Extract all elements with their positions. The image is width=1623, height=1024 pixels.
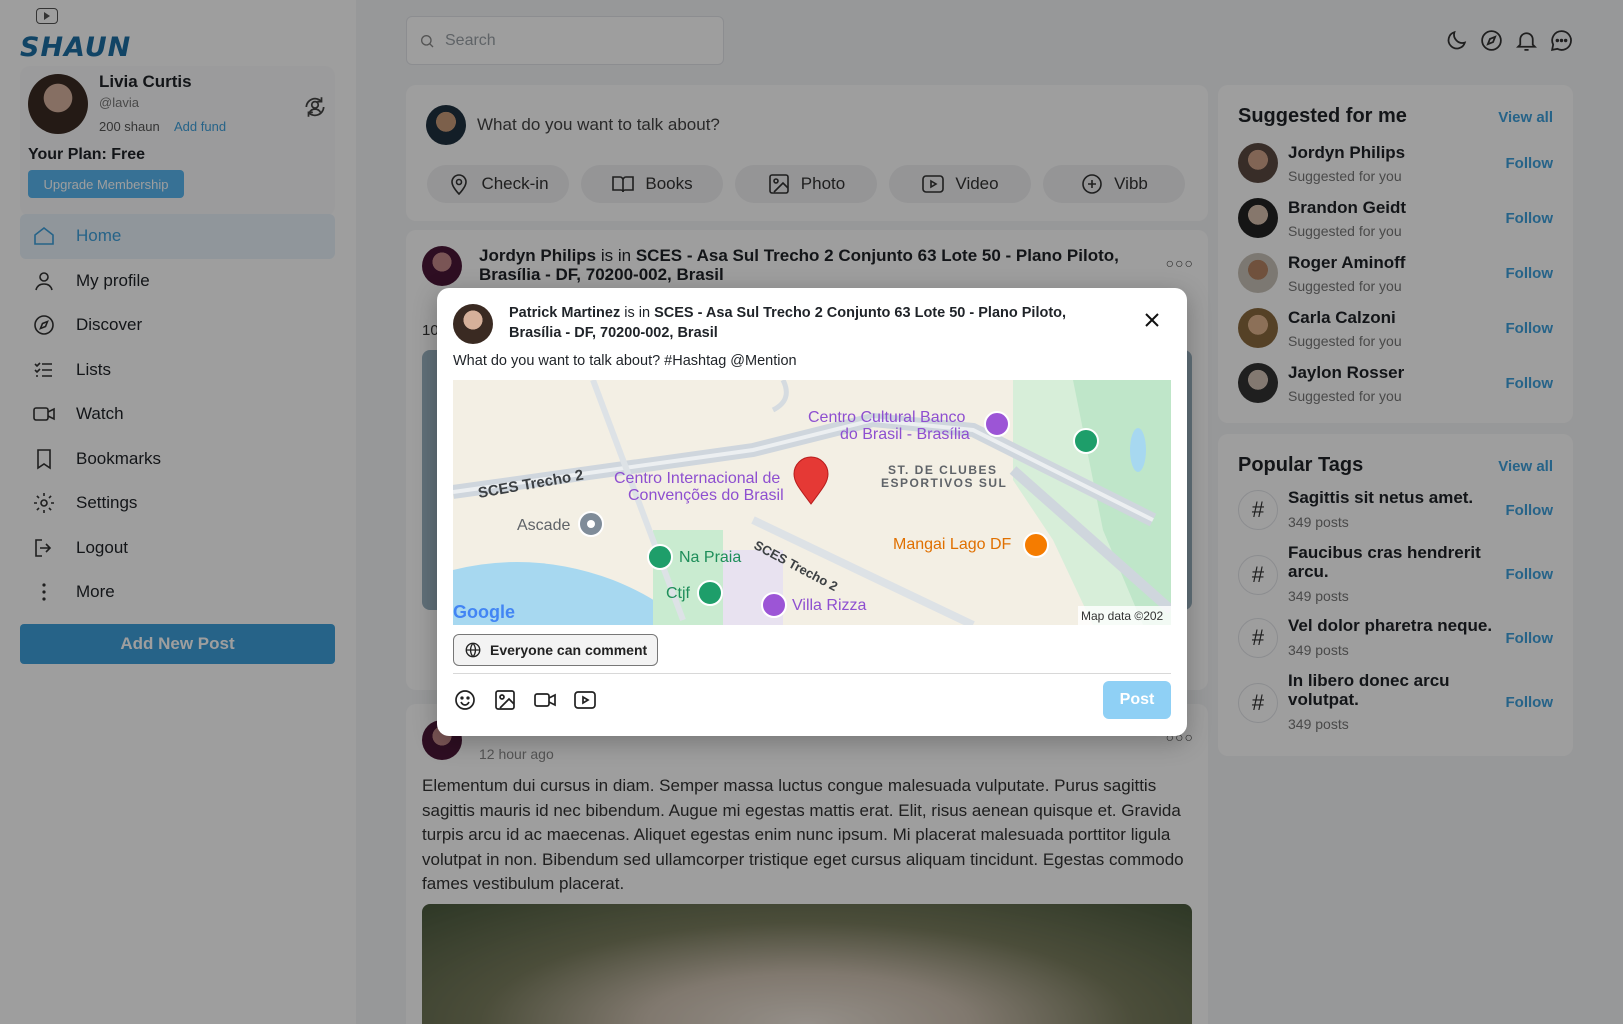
dialog-post-text[interactable]: What do you want to talk about? #Hashtag… (453, 353, 797, 369)
dialog-header: Patrick Martinez is in SCES - Asa Sul Tr… (509, 303, 1079, 343)
close-icon[interactable] (1140, 308, 1164, 332)
museum-poi-icon[interactable] (984, 411, 1010, 437)
check-in-post-dialog: Patrick Martinez is in SCES - Asa Sul Tr… (437, 288, 1187, 736)
map-label-st-clubes: ST. DE CLUBES (888, 463, 998, 477)
divider (453, 673, 1171, 674)
location-map[interactable]: Centro Cultural Banco do Brasil - Brasíl… (453, 380, 1171, 625)
restaurant-poi-icon[interactable] (1023, 532, 1049, 558)
globe-icon (464, 641, 482, 659)
dialog-author: Patrick Martinez (509, 305, 621, 321)
sports-poi-icon[interactable] (697, 580, 723, 606)
video-play-icon[interactable] (573, 688, 597, 712)
post-button[interactable]: Post (1103, 681, 1171, 719)
map-label-centro-internacional-line2: Convenções do Brasil (628, 487, 784, 504)
tree-poi-icon[interactable] (647, 544, 673, 570)
map-label-na-praia: Na Praia (679, 549, 741, 566)
map-label-centro-cultural: Centro Cultural Banco (808, 409, 966, 426)
dialog-connector: is in (624, 305, 651, 321)
hotel-poi-icon[interactable] (761, 592, 787, 618)
comment-permission-label: Everyone can comment (490, 642, 648, 658)
map-label-mangai: Mangai Lago DF (893, 536, 1012, 553)
map-label-centro-internacional: Centro Internacional de (614, 470, 780, 487)
avatar (453, 304, 493, 344)
comment-permission-button[interactable]: Everyone can comment (453, 634, 659, 666)
map-label-villa-rizza: Villa Rizza (792, 597, 867, 614)
map-label-centro-cultural-line2: do Brasil - Brasília (840, 426, 970, 443)
map-label-ctjf: Ctjf (666, 585, 691, 602)
dialog-toolbar (453, 688, 597, 712)
image-icon[interactable] (493, 688, 517, 712)
emoji-icon[interactable] (453, 688, 477, 712)
park-poi-icon[interactable] (1073, 428, 1099, 454)
video-camera-icon[interactable] (533, 688, 557, 712)
google-logo: Google (453, 602, 515, 622)
map-label-ascade: Ascade (517, 517, 570, 534)
map-data-credit: Map data ©202 (1081, 609, 1164, 623)
map-label-st-clubes-line2: ESPORTIVOS SUL (881, 476, 1007, 490)
